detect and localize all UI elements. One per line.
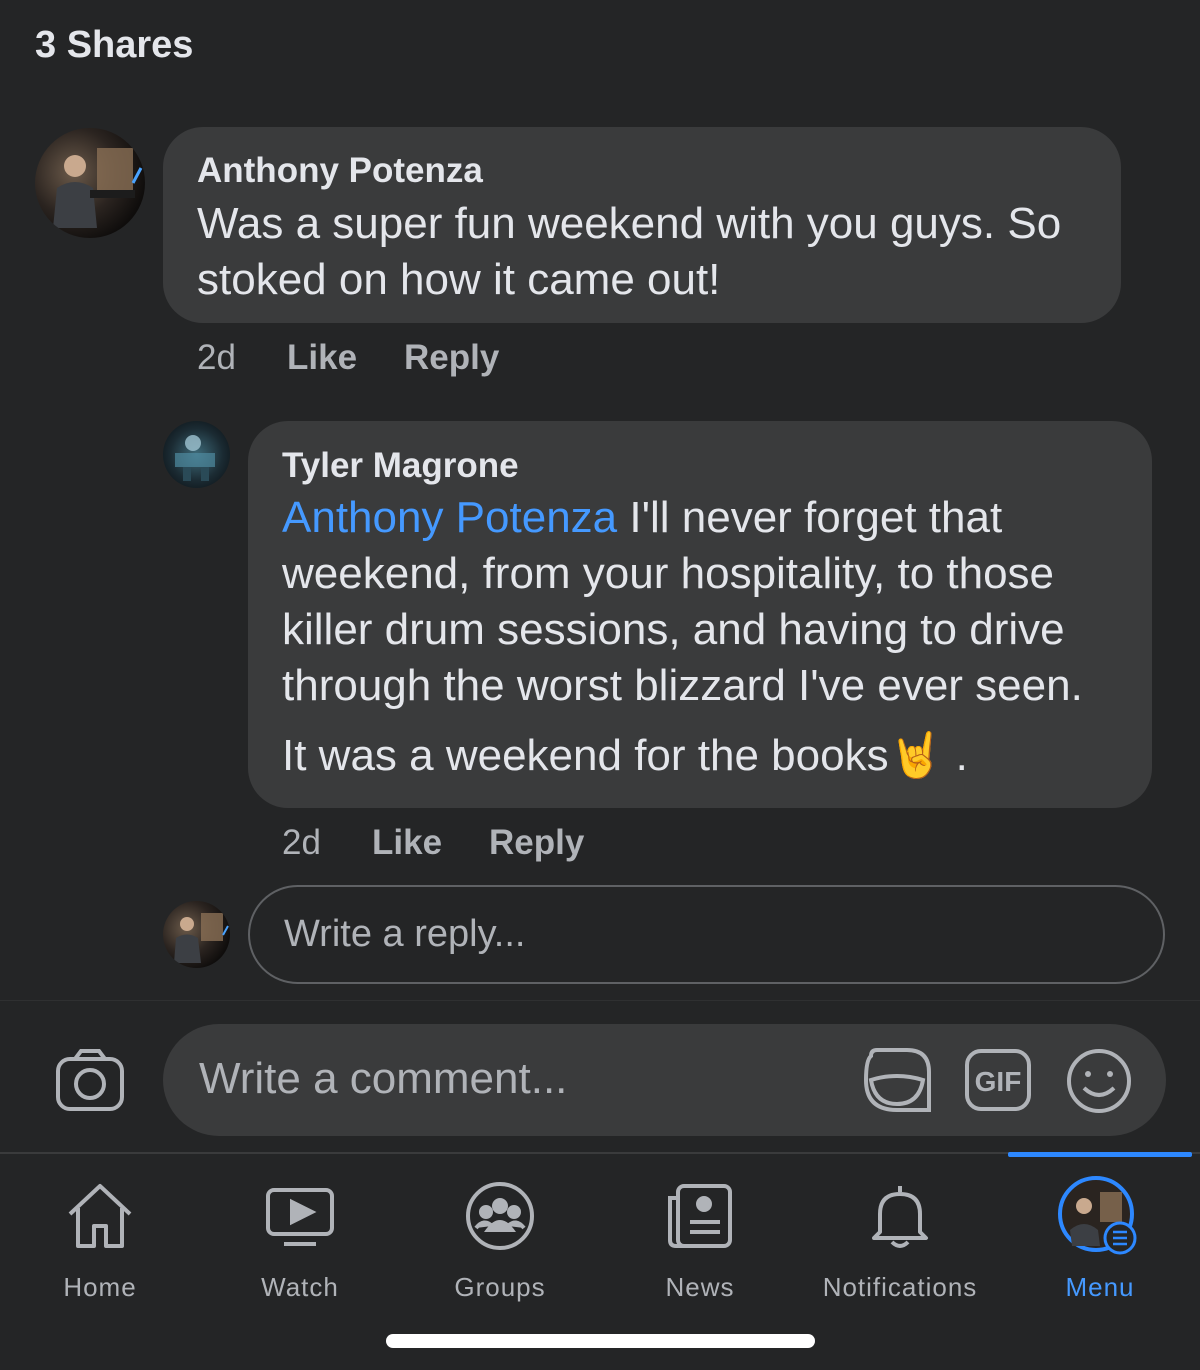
tab-news[interactable]: News	[600, 1154, 800, 1324]
news-icon	[664, 1180, 736, 1252]
comment-text: Anthony Potenza I'll never forget that w…	[282, 490, 1083, 784]
tab-label: Watch	[261, 1272, 339, 1302]
tab-label: Groups	[454, 1272, 546, 1302]
reply-button[interactable]: Reply	[489, 823, 584, 863]
comment-timestamp[interactable]: 2d	[282, 823, 321, 863]
svg-text:GIF: GIF	[975, 1066, 1022, 1097]
comment-text-line: Was a super fun weekend with you guys. S…	[197, 199, 1062, 248]
tab-label: News	[665, 1272, 735, 1302]
tab-home[interactable]: Home	[0, 1154, 200, 1324]
comment-text-line: stoked on how it came out!	[197, 255, 721, 304]
bell-icon	[864, 1180, 936, 1252]
comment-text-line: through the worst blizzard I've ever see…	[282, 661, 1083, 710]
like-button[interactable]: Like	[372, 823, 442, 863]
gif-icon[interactable]: GIF	[964, 1048, 1032, 1112]
groups-icon	[464, 1180, 536, 1252]
comment-text-line: Anthony Potenza I'll never forget that	[282, 490, 1083, 546]
active-tab-indicator	[1008, 1152, 1192, 1157]
home-icon	[64, 1180, 136, 1252]
tab-menu[interactable]: Menu	[1000, 1154, 1200, 1324]
reply-input[interactable]: Write a reply...	[248, 885, 1165, 984]
comment-text-line: It was a weekend for the books🤘 .	[282, 728, 1083, 784]
comment-text-segment: I'll never forget that	[617, 493, 1003, 542]
avatar[interactable]	[35, 128, 145, 238]
watch-icon	[264, 1180, 336, 1252]
comment-input-placeholder: Write a comment...	[199, 1054, 568, 1103]
comment-text-segment: .	[955, 731, 968, 780]
sticker-icon[interactable]	[863, 1046, 931, 1114]
menu-icon	[1058, 1176, 1138, 1256]
comment-author[interactable]: Tyler Magrone	[282, 446, 519, 486]
tab-label: Menu	[1065, 1272, 1135, 1302]
like-button[interactable]: Like	[287, 338, 357, 378]
tab-label: Notifications	[822, 1272, 978, 1302]
tab-groups[interactable]: Groups	[400, 1154, 600, 1324]
comment-text: Was a super fun weekend with you guys. S…	[197, 196, 1061, 308]
comment-text-segment: It was a weekend for the books	[282, 731, 889, 780]
comment-text-line: weekend, from your hospitality, to those	[282, 549, 1055, 598]
tab-label: Home	[63, 1272, 137, 1302]
tab-watch[interactable]: Watch	[200, 1154, 400, 1324]
avatar	[163, 901, 230, 968]
camera-icon[interactable]	[55, 1048, 125, 1112]
reply-input-placeholder: Write a reply...	[284, 913, 526, 955]
tab-notifications[interactable]: Notifications	[800, 1154, 1000, 1324]
comment-timestamp[interactable]: 2d	[197, 338, 236, 378]
avatar[interactable]	[163, 421, 230, 488]
comment-text-line: killer drum sessions, and having to driv…	[282, 605, 1065, 654]
comment-author[interactable]: Anthony Potenza	[197, 151, 483, 191]
home-indicator[interactable]	[386, 1334, 815, 1348]
emoji-icon[interactable]	[1066, 1048, 1132, 1114]
rock-hand-emoji: 🤘	[888, 731, 944, 780]
mention-link[interactable]: Anthony Potenza	[282, 493, 617, 542]
shares-count[interactable]: 3 Shares	[35, 24, 193, 67]
reply-button[interactable]: Reply	[404, 338, 499, 378]
